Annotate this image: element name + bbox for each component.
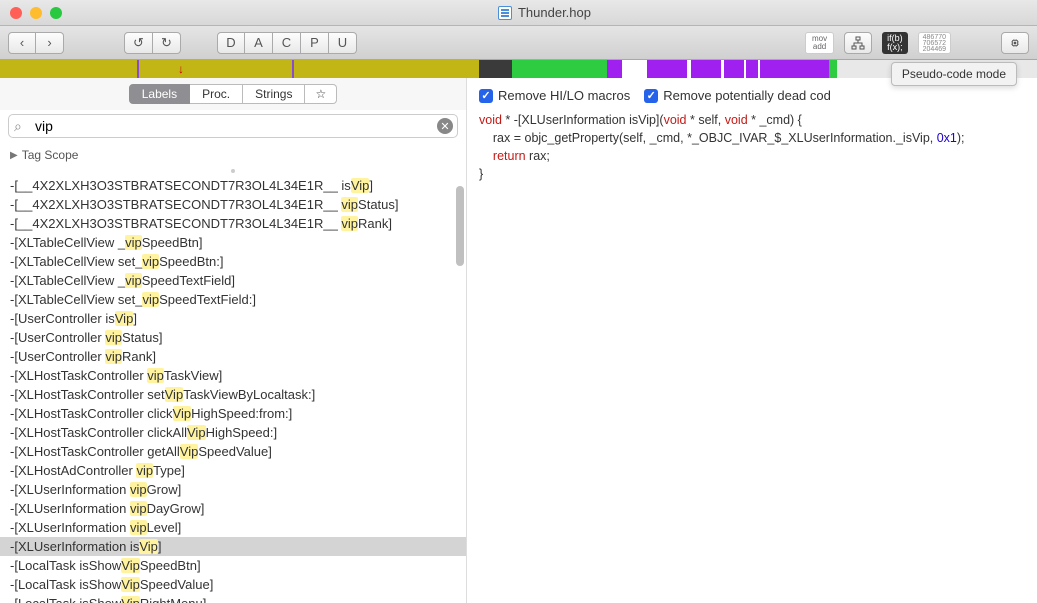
strip-segment[interactable] xyxy=(647,60,687,78)
strip-segment[interactable] xyxy=(691,60,721,78)
minimize-button[interactable] xyxy=(30,7,42,19)
list-item[interactable]: -[__4X2XLXH3O3STBRATSECONDT7R3OL4L34E1R_… xyxy=(0,195,466,214)
undo-button[interactable]: ↺ xyxy=(124,32,153,54)
list-item[interactable]: -[XLTableCellView _vipSpeedTextField] xyxy=(0,271,466,290)
tab-strings[interactable]: Strings xyxy=(243,84,305,104)
toolbar: ‹ › ↺ ↻ DACPU movadd if(b)f(x); 48677070… xyxy=(0,26,1037,60)
strip-segment[interactable] xyxy=(829,60,837,78)
zoom-button[interactable] xyxy=(50,7,62,19)
list-item[interactable]: -[UserController vipStatus] xyxy=(0,328,466,347)
window-title: Thunder.hop xyxy=(518,5,591,20)
strip-segment[interactable] xyxy=(724,60,744,78)
tooltip: Pseudo-code mode xyxy=(891,62,1017,86)
toolbar-c-button[interactable]: C xyxy=(273,32,301,54)
remove-hilo-checkbox[interactable]: ✓Remove HI/LO macros xyxy=(479,88,630,103)
cfg-mode-button[interactable] xyxy=(844,32,872,54)
list-item[interactable]: -[XLUserInformation isVip] xyxy=(0,537,466,556)
redo-button[interactable]: ↻ xyxy=(153,32,181,54)
tab-favorites[interactable]: ☆ xyxy=(305,84,337,104)
list-item[interactable]: -[XLHostTaskController setVipTaskViewByL… xyxy=(0,385,466,404)
clear-search-button[interactable]: ✕ xyxy=(437,118,453,134)
position-arrow-icon: ↓ xyxy=(178,62,184,76)
list-item[interactable]: -[XLTableCellView set_vipSpeedTextField:… xyxy=(0,290,466,309)
nav-forward-button[interactable]: › xyxy=(36,32,64,54)
close-button[interactable] xyxy=(10,7,22,19)
list-item[interactable]: -[XLTableCellView set_vipSpeedBtn:] xyxy=(0,252,466,271)
hex-mode-button[interactable]: 486770706572204469 xyxy=(918,32,951,54)
navigation-strip[interactable]: ↓ xyxy=(0,60,1037,78)
list-item[interactable]: -[XLHostAdController vipType] xyxy=(0,461,466,480)
cpu-button[interactable] xyxy=(1001,32,1029,54)
document-icon xyxy=(498,6,512,20)
strip-segment[interactable] xyxy=(622,60,647,78)
list-item[interactable]: -[XLHostTaskController clickAllVipHighSp… xyxy=(0,423,466,442)
strip-segment[interactable] xyxy=(607,60,622,78)
tab-proc[interactable]: Proc. xyxy=(190,84,243,104)
toolbar-u-button[interactable]: U xyxy=(329,32,357,54)
strip-segment[interactable] xyxy=(479,60,512,78)
list-item[interactable]: -[XLHostTaskController getAllVipSpeedVal… xyxy=(0,442,466,461)
pseudocode-mode-button[interactable]: if(b)f(x); xyxy=(882,32,908,54)
labels-list: -[__4X2XLXH3O3STBRATSECONDT7R3OL4L34E1R_… xyxy=(0,176,466,603)
strip-segment[interactable] xyxy=(760,60,830,78)
strip-segment[interactable] xyxy=(294,60,479,78)
asm-mode-badge[interactable]: movadd xyxy=(805,32,834,54)
chip-icon xyxy=(1010,38,1020,48)
strip-segment[interactable] xyxy=(746,60,758,78)
remove-dead-code-checkbox[interactable]: ✓Remove potentially dead cod xyxy=(644,88,831,103)
list-item[interactable]: -[XLUserInformation vipDayGrow] xyxy=(0,499,466,518)
list-item[interactable]: -[LocalTask isShowVipRightMenu] xyxy=(0,594,466,603)
list-item[interactable]: -[XLHostTaskController clickVipHighSpeed… xyxy=(0,404,466,423)
list-item[interactable]: -[LocalTask isShowVipSpeedValue] xyxy=(0,575,466,594)
list-item[interactable]: -[__4X2XLXH3O3STBRATSECONDT7R3OL4L34E1R_… xyxy=(0,214,466,233)
list-item[interactable]: -[UserController vipRank] xyxy=(0,347,466,366)
segmented-control: Labels Proc. Strings ☆ xyxy=(0,78,466,110)
search-input[interactable] xyxy=(8,114,458,138)
strip-segment[interactable] xyxy=(512,60,607,78)
pane-handle[interactable] xyxy=(0,166,466,176)
toolbar-p-button[interactable]: P xyxy=(301,32,329,54)
traffic-lights xyxy=(10,7,62,19)
search-field: ⌕ ✕ xyxy=(8,114,458,138)
list-item[interactable]: -[XLUserInformation vipGrow] xyxy=(0,480,466,499)
toolbar-d-button[interactable]: D xyxy=(217,32,245,54)
list-item[interactable]: -[XLHostTaskController vipTaskView] xyxy=(0,366,466,385)
tab-labels[interactable]: Labels xyxy=(129,84,190,104)
list-item[interactable]: -[UserController isVip] xyxy=(0,309,466,328)
flowchart-icon xyxy=(851,36,865,50)
list-item[interactable]: -[__4X2XLXH3O3STBRATSECONDT7R3OL4L34E1R_… xyxy=(0,176,466,195)
strip-segment[interactable] xyxy=(139,60,293,78)
scrollbar[interactable] xyxy=(456,176,464,603)
window-titlebar: Thunder.hop xyxy=(0,0,1037,26)
tag-scope-toggle[interactable]: ▶ Tag Scope xyxy=(0,144,466,166)
list-item[interactable]: -[LocalTask isShowVipSpeedBtn] xyxy=(0,556,466,575)
disclosure-triangle-icon: ▶ xyxy=(10,150,18,161)
nav-back-button[interactable]: ‹ xyxy=(8,32,36,54)
pseudocode-view[interactable]: void * -[XLUserInformation isVip](void *… xyxy=(467,111,1037,603)
search-icon: ⌕ xyxy=(14,118,22,135)
list-item[interactable]: -[XLUserInformation vipLevel] xyxy=(0,518,466,537)
toolbar-a-button[interactable]: A xyxy=(245,32,273,54)
strip-segment[interactable] xyxy=(0,60,137,78)
list-item[interactable]: -[XLTableCellView _vipSpeedBtn] xyxy=(0,233,466,252)
